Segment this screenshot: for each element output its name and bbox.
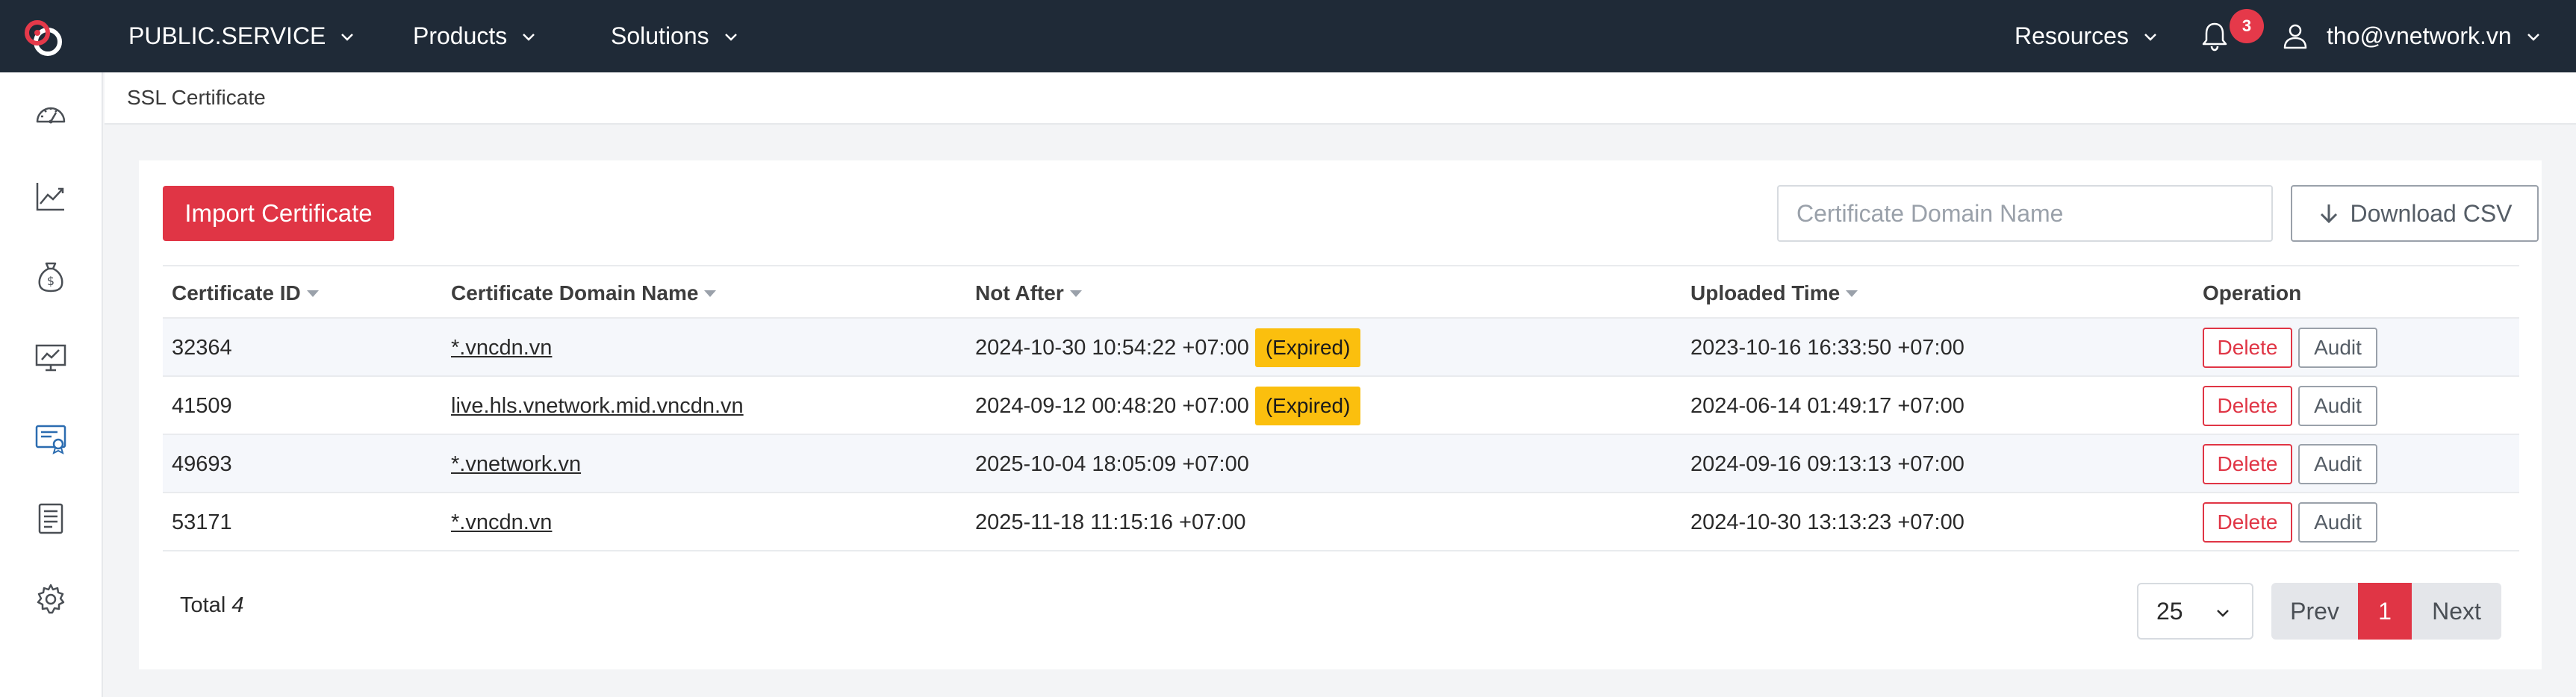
sort-icon bbox=[1846, 290, 1858, 297]
header-certificate-id[interactable]: Certificate ID bbox=[172, 266, 319, 320]
page-size-value: 25 bbox=[2156, 597, 2183, 625]
audit-button[interactable]: Audit bbox=[2298, 502, 2377, 543]
nav-products[interactable]: Products bbox=[413, 0, 537, 72]
chevron-down-icon bbox=[2527, 33, 2539, 41]
top-navbar: PUBLIC.SERVICE Products Solutions Resour… bbox=[0, 0, 2576, 72]
download-arrow-icon bbox=[2320, 204, 2337, 224]
analytics-chart-icon[interactable] bbox=[33, 178, 69, 214]
expired-badge: (Expired) bbox=[1254, 387, 1361, 425]
cell-domain-link[interactable]: *.vnetwork.vn bbox=[451, 452, 581, 477]
cell-not-after: 2024-09-12 00:48:20 +07:00 bbox=[975, 393, 1249, 418]
pagination: Prev 1 Next bbox=[2271, 583, 2501, 640]
billing-money-bag-icon[interactable]: $ bbox=[33, 259, 69, 295]
header-uploaded-time-label: Uploaded Time bbox=[1690, 281, 1841, 304]
breadcrumb: SSL Certificate bbox=[105, 72, 2576, 125]
cell-uploaded-time: 2024-10-30 13:13:23 +07:00 bbox=[1690, 510, 1964, 534]
header-uploaded-time[interactable]: Uploaded Time bbox=[1690, 266, 1858, 320]
current-page-button[interactable]: 1 bbox=[2358, 583, 2412, 640]
nav-solutions-label: Solutions bbox=[611, 22, 709, 49]
sidebar: $ bbox=[0, 72, 103, 697]
monitor-icon[interactable] bbox=[33, 340, 69, 375]
settings-gear-icon[interactable] bbox=[33, 581, 69, 617]
total-label: Total bbox=[180, 593, 226, 617]
table-row: 41509 live.hls.vnetwork.mid.vncdn.vn 202… bbox=[163, 377, 2519, 435]
cell-not-after: 2025-11-18 11:15:16 +07:00 bbox=[975, 510, 1246, 534]
next-page-button[interactable]: Next bbox=[2412, 583, 2501, 640]
sort-icon bbox=[306, 290, 319, 297]
delete-button[interactable]: Delete bbox=[2203, 328, 2292, 368]
prev-page-button[interactable]: Prev bbox=[2271, 583, 2358, 640]
delete-button[interactable]: Delete bbox=[2203, 386, 2292, 426]
page-size-select[interactable]: 25 bbox=[2137, 583, 2253, 640]
cell-uploaded-time: 2023-10-16 16:33:50 +07:00 bbox=[1690, 335, 1964, 360]
cell-certificate-id: 41509 bbox=[172, 393, 232, 418]
user-email: tho@vnetwork.vn bbox=[2327, 22, 2512, 49]
user-icon[interactable] bbox=[2280, 21, 2310, 51]
cell-uploaded-time: 2024-06-14 01:49:17 +07:00 bbox=[1690, 393, 1964, 418]
header-certificate-id-label: Certificate ID bbox=[172, 281, 301, 304]
user-menu[interactable]: tho@vnetwork.vn bbox=[2327, 0, 2542, 72]
bell-icon[interactable] bbox=[2198, 19, 2231, 52]
cell-domain-link[interactable]: *.vncdn.vn bbox=[451, 510, 552, 535]
chevron-down-icon bbox=[341, 33, 354, 41]
table-row: 53171 *.vncdn.vn 2025-11-18 11:15:16 +07… bbox=[163, 493, 2519, 551]
table-header: Certificate ID Certificate Domain Name N… bbox=[163, 265, 2519, 319]
table-row: 32364 *.vncdn.vn 2024-10-30 10:54:22 +07… bbox=[163, 319, 2519, 377]
total-value: 4 bbox=[231, 593, 244, 617]
cell-not-after: 2025-10-04 18:05:09 +07:00 bbox=[975, 451, 1249, 476]
header-certificate-domain-label: Certificate Domain Name bbox=[451, 281, 699, 304]
logs-document-icon[interactable] bbox=[33, 501, 69, 537]
delete-button[interactable]: Delete bbox=[2203, 502, 2292, 543]
sort-icon bbox=[704, 290, 717, 297]
audit-button[interactable]: Audit bbox=[2298, 444, 2377, 484]
chevron-down-icon bbox=[724, 33, 737, 41]
nav-public-service[interactable]: PUBLIC.SERVICE bbox=[128, 0, 355, 72]
cell-domain-link[interactable]: live.hls.vnetwork.mid.vncdn.vn bbox=[451, 394, 744, 419]
svg-text:$: $ bbox=[47, 274, 55, 288]
download-csv-label: Download CSV bbox=[2350, 199, 2513, 227]
header-operation-label: Operation bbox=[2203, 281, 2302, 304]
nav-products-label: Products bbox=[413, 22, 508, 49]
chevron-down-icon bbox=[523, 33, 535, 41]
notification-badge: 3 bbox=[2230, 9, 2264, 43]
sort-icon bbox=[1069, 290, 1082, 297]
chevron-down-icon bbox=[2217, 610, 2229, 617]
nav-resources-label: Resources bbox=[2015, 22, 2129, 49]
ssl-certificate-icon[interactable] bbox=[33, 420, 69, 456]
cell-certificate-id: 53171 bbox=[172, 510, 232, 534]
header-not-after-label: Not After bbox=[975, 281, 1064, 304]
cell-certificate-id: 49693 bbox=[172, 451, 232, 476]
audit-button[interactable]: Audit bbox=[2298, 328, 2377, 368]
delete-button[interactable]: Delete bbox=[2203, 444, 2292, 484]
domain-search-input[interactable] bbox=[1777, 185, 2273, 242]
logo-icon[interactable] bbox=[21, 13, 69, 61]
cell-certificate-id: 32364 bbox=[172, 335, 232, 360]
header-operation: Operation bbox=[2203, 266, 2301, 320]
cell-not-after: 2024-10-30 10:54:22 +07:00 bbox=[975, 335, 1249, 360]
download-csv-button[interactable]: Download CSV bbox=[2291, 185, 2539, 242]
audit-button[interactable]: Audit bbox=[2298, 386, 2377, 426]
page-title: SSL Certificate bbox=[127, 86, 266, 109]
header-not-after[interactable]: Not After bbox=[975, 266, 1082, 320]
nav-resources[interactable]: Resources bbox=[2015, 0, 2159, 72]
table-row: 49693 *.vnetwork.vn 2025-10-04 18:05:09 … bbox=[163, 435, 2519, 493]
nav-public-service-label: PUBLIC.SERVICE bbox=[128, 22, 326, 49]
header-certificate-domain[interactable]: Certificate Domain Name bbox=[451, 266, 717, 320]
total-count: Total 4 bbox=[180, 593, 243, 618]
certificate-card: Import Certificate Download CSV Certific… bbox=[139, 160, 2542, 669]
dashboard-icon[interactable] bbox=[33, 98, 69, 134]
import-certificate-button[interactable]: Import Certificate bbox=[163, 186, 394, 241]
expired-badge: (Expired) bbox=[1254, 328, 1361, 367]
nav-solutions[interactable]: Solutions bbox=[611, 0, 739, 72]
chevron-down-icon bbox=[2144, 33, 2156, 41]
cell-domain-link[interactable]: *.vncdn.vn bbox=[451, 336, 552, 360]
cell-uploaded-time: 2024-09-16 09:13:13 +07:00 bbox=[1690, 451, 1964, 476]
